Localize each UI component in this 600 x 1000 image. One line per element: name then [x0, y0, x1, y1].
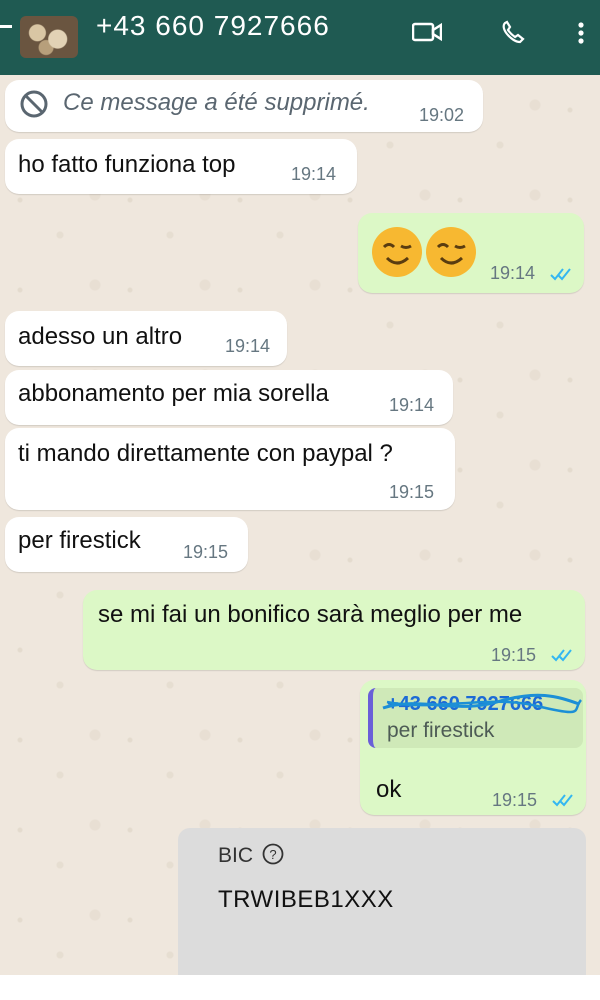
- read-ticks-icon: [552, 794, 573, 807]
- wink-emoji-icon: [426, 227, 476, 277]
- more-options-icon[interactable]: [578, 22, 584, 44]
- message-time: 19:14: [389, 395, 435, 415]
- bottom-bar: [0, 975, 600, 1000]
- read-ticks-icon: [551, 649, 572, 662]
- contact-title[interactable]: +43 660 7927666: [96, 12, 330, 40]
- chat-header: +43 660 7927666: [0, 0, 600, 75]
- message-time: 19:14: [291, 164, 337, 184]
- read-ticks-icon: [550, 268, 571, 281]
- message-bubble-incoming[interactable]: ti mando direttamente con paypal ? 19:15: [5, 428, 455, 510]
- avatar[interactable]: [20, 16, 78, 58]
- message-text: Ce message a été supprimé.: [63, 89, 370, 116]
- deleted-icon: [20, 90, 48, 118]
- bank-details-image[interactable]: BIC ? TRWIBEB1XXX: [178, 828, 586, 975]
- message-text: ti mando direttamente con paypal ?: [18, 440, 393, 467]
- message-text: per firestick: [18, 527, 141, 554]
- message-bubble-incoming[interactable]: ho fatto funziona top 19:14: [5, 139, 357, 194]
- message-time: 19:15: [183, 542, 229, 562]
- video-call-icon[interactable]: [412, 22, 442, 42]
- quoted-text: per firestick: [387, 719, 495, 742]
- message-time: 19:02: [419, 105, 465, 125]
- message-bubble-incoming[interactable]: per firestick 19:15: [5, 517, 248, 572]
- quoted-message[interactable]: +43 660 7927666 per firestick: [368, 688, 583, 748]
- message-time: 19:15: [492, 790, 538, 810]
- help-icon: ?: [262, 843, 284, 865]
- message-time: 19:14: [225, 336, 271, 356]
- message-text: ok: [376, 776, 402, 803]
- back-arrow-icon[interactable]: [0, 25, 12, 28]
- message-text: ho fatto funziona top: [18, 151, 236, 178]
- bic-value: TRWIBEB1XXX: [218, 886, 394, 913]
- phone-icon[interactable]: [500, 20, 526, 46]
- scribble-redaction: [382, 693, 582, 714]
- message-time: 19:15: [389, 482, 435, 502]
- message-time: 19:15: [491, 645, 537, 665]
- wink-emoji-icon: [372, 227, 422, 277]
- message-bubble-reply[interactable]: +43 660 7927666 per firestick ok 19:15: [360, 680, 586, 815]
- message-text: se mi fai un bonifico sarà meglio per me: [98, 601, 523, 628]
- message-time: 19:14: [490, 263, 536, 283]
- svg-text:?: ?: [269, 847, 276, 862]
- message-bubble-incoming[interactable]: adesso un altro 19:14: [5, 311, 287, 366]
- chat-background: +43 660 7927666 Ce message a été supprim…: [0, 0, 600, 975]
- message-bubble-incoming[interactable]: abbonamento per mia sorella 19:14: [5, 370, 453, 425]
- message-bubble-outgoing[interactable]: 😉😉 19:14: [358, 213, 584, 293]
- bic-label: BIC: [218, 844, 254, 867]
- message-text: abbonamento per mia sorella: [18, 380, 329, 407]
- message-bubble-outgoing[interactable]: se mi fai un bonifico sarà meglio per me…: [83, 590, 585, 670]
- message-bubble-deleted[interactable]: Ce message a été supprimé. 19:02: [5, 80, 483, 132]
- message-text: adesso un altro: [18, 323, 183, 350]
